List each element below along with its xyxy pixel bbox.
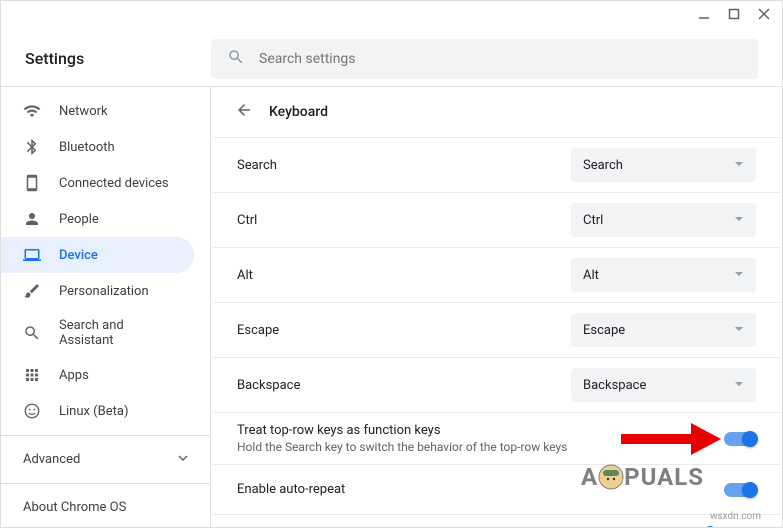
dropdown-value: Backspace	[583, 378, 646, 393]
sidebar-item-label: People	[59, 212, 99, 227]
person-icon	[23, 210, 41, 228]
row-search-key: Search Search	[213, 138, 780, 193]
row-label: Enable auto-repeat	[237, 482, 345, 497]
page-title: Settings	[25, 49, 211, 68]
sidebar-item-label: Apps	[59, 368, 89, 383]
sidebar-item-label: Device	[59, 248, 98, 263]
search-icon	[23, 324, 41, 342]
row-ctrl-key: Ctrl Ctrl	[213, 193, 780, 248]
row-label: Treat top-row keys as function keys	[237, 423, 567, 438]
sidebar-item-network[interactable]: Network	[1, 93, 194, 129]
sidebar-item-label: Personalization	[59, 284, 149, 299]
sidebar-item-linux[interactable]: Linux (Beta)	[1, 393, 194, 429]
sidebar-item-label: Connected devices	[59, 176, 169, 191]
minimize-icon[interactable]	[698, 8, 710, 24]
chevron-down-icon	[734, 268, 744, 283]
row-label: Search	[237, 158, 277, 173]
row-toprow-keys: Treat top-row keys as function keys Hold…	[213, 413, 780, 465]
toggle-autorepeat[interactable]	[724, 483, 756, 497]
sidebar-item-device[interactable]: Device	[1, 237, 194, 273]
maximize-icon[interactable]	[728, 8, 740, 24]
bluetooth-icon	[23, 138, 41, 156]
sidebar-item-search-assistant[interactable]: Search and Assistant	[1, 309, 194, 357]
sidebar-item-apps[interactable]: Apps	[1, 357, 194, 393]
brush-icon	[23, 282, 41, 300]
search-input[interactable]	[259, 51, 742, 67]
about-label: About Chrome OS	[23, 500, 126, 515]
chevron-down-icon	[734, 158, 744, 173]
row-alt-key: Alt Alt	[213, 248, 780, 303]
wifi-icon	[23, 102, 41, 120]
toggle-toprow[interactable]	[724, 432, 756, 446]
close-icon[interactable]	[758, 8, 770, 24]
search-box[interactable]	[211, 39, 758, 79]
sidebar-item-people[interactable]: People	[1, 201, 194, 237]
dropdown-value: Alt	[583, 268, 599, 283]
dropdown-backspace[interactable]: Backspace	[571, 368, 756, 402]
chevron-down-icon	[734, 213, 744, 228]
advanced-label: Advanced	[23, 452, 80, 467]
dropdown-value: Search	[583, 158, 623, 173]
row-autorepeat: Enable auto-repeat	[213, 465, 780, 515]
row-label: Escape	[237, 323, 279, 338]
back-button[interactable]	[235, 101, 253, 123]
linux-icon	[23, 402, 41, 420]
window-titlebar	[1, 1, 782, 31]
phone-icon	[23, 174, 41, 192]
laptop-icon	[23, 246, 41, 264]
dropdown-alt[interactable]: Alt	[571, 258, 756, 292]
dropdown-value: Ctrl	[583, 213, 603, 228]
sidebar-item-label: Bluetooth	[59, 140, 115, 155]
chevron-down-icon	[734, 378, 744, 393]
sidebar-item-bluetooth[interactable]: Bluetooth	[1, 129, 194, 165]
apps-icon	[23, 366, 41, 384]
sidebar-item-personalization[interactable]: Personalization	[1, 273, 194, 309]
chevron-down-icon	[178, 452, 188, 467]
sidebar-item-label: Network	[59, 104, 108, 119]
row-backspace-key: Backspace Backspace	[213, 358, 780, 413]
chevron-down-icon	[734, 323, 744, 338]
search-icon	[227, 48, 245, 70]
sidebar-item-label: Search and Assistant	[59, 318, 172, 348]
dropdown-search[interactable]: Search	[571, 148, 756, 182]
row-label: Backspace	[237, 378, 300, 393]
dropdown-value: Escape	[583, 323, 625, 338]
sidebar-advanced[interactable]: Advanced	[1, 442, 210, 477]
dropdown-ctrl[interactable]: Ctrl	[571, 203, 756, 237]
row-sublabel: Hold the Search key to switch the behavi…	[237, 440, 567, 454]
row-delay: Delay before repeat Long Short	[213, 515, 780, 527]
subpage-title: Keyboard	[269, 104, 328, 120]
sidebar-about[interactable]: About Chrome OS	[1, 490, 210, 525]
row-escape-key: Escape Escape	[213, 303, 780, 358]
main-content: Keyboard Search Search Ctrl Ctrl	[211, 87, 782, 527]
row-label: Alt	[237, 268, 253, 283]
sidebar-item-connected-devices[interactable]: Connected devices	[1, 165, 194, 201]
row-label: Ctrl	[237, 213, 257, 228]
sidebar-item-label: Linux (Beta)	[59, 404, 128, 419]
site-watermark: wsxdn.com	[710, 511, 761, 522]
sidebar: Network Bluetooth Connected devices Peop…	[1, 87, 211, 527]
dropdown-escape[interactable]: Escape	[571, 313, 756, 347]
